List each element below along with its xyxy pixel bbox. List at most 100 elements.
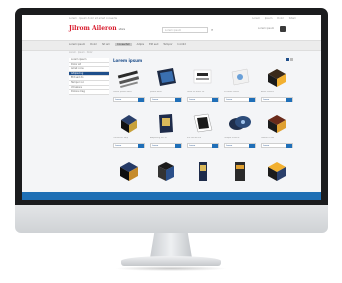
add-to-cart-control[interactable]: Lorem bbox=[113, 97, 145, 102]
monitor-stand-base bbox=[121, 256, 221, 266]
product-image[interactable] bbox=[153, 157, 179, 181]
product-image[interactable] bbox=[264, 157, 290, 181]
product-image[interactable] bbox=[116, 111, 142, 135]
product-card[interactable] bbox=[113, 157, 145, 197]
product-card[interactable]: Elit sed do eiu Lorem bbox=[187, 111, 219, 151]
product-card[interactable]: Amet consec Lorem bbox=[261, 65, 293, 105]
monitor-screen: Lorem · Ipsum dolor sit amet consecte Lo… bbox=[22, 15, 321, 200]
nav-item[interactable]: Lorem ipsum bbox=[69, 43, 85, 46]
add-to-cart-button[interactable] bbox=[249, 98, 255, 102]
product-card[interactable] bbox=[150, 157, 182, 197]
cta-label: Lorem bbox=[226, 99, 233, 101]
view-toggle[interactable] bbox=[286, 58, 293, 61]
product-card[interactable]: Tempor incid ut Lorem bbox=[224, 111, 256, 151]
monitor-chin bbox=[15, 205, 328, 233]
add-to-cart-button[interactable] bbox=[212, 144, 218, 148]
product-name[interactable]: Elit sed do eiu bbox=[187, 137, 219, 139]
product-card[interactable]: Adipiscing elit se Lorem bbox=[150, 111, 182, 151]
cta-label: Lorem bbox=[152, 99, 159, 101]
add-to-cart-button[interactable] bbox=[212, 98, 218, 102]
product-name[interactable]: Amet consec bbox=[261, 91, 293, 93]
cart-icon[interactable] bbox=[280, 26, 286, 32]
search-input[interactable]: Lorem ipsum bbox=[162, 27, 208, 33]
sidebar-item[interactable]: Dolore mag bbox=[69, 90, 109, 95]
cta-label: Lorem bbox=[115, 145, 122, 147]
logo-text: Jilrom Aileron bbox=[69, 25, 117, 32]
monitor-stand-neck bbox=[150, 233, 192, 258]
add-to-cart-button[interactable] bbox=[138, 98, 144, 102]
add-to-cart-control[interactable]: Lorem bbox=[113, 143, 145, 148]
site-logo[interactable]: Jilrom Aileron store bbox=[69, 25, 125, 32]
add-to-cart-control[interactable]: Lorem bbox=[187, 97, 219, 102]
cta-label: Lorem bbox=[263, 145, 270, 147]
product-image[interactable] bbox=[153, 65, 179, 89]
add-to-cart-control[interactable]: Lorem bbox=[150, 143, 182, 148]
main-nav: Lorem ipsum Dolor Sit am Consectet Adipis Eli… bbox=[22, 40, 321, 51]
product-card[interactable]: Lorem ipsum dolor Lorem bbox=[113, 65, 145, 105]
grid-view-icon[interactable] bbox=[286, 58, 289, 61]
product-name[interactable]: Labore et dol bbox=[261, 137, 293, 139]
stand-shadow bbox=[115, 266, 227, 271]
cta-label: Lorem bbox=[189, 99, 196, 101]
product-image[interactable] bbox=[264, 111, 290, 135]
product-name[interactable]: Dolor sit amet co bbox=[187, 91, 219, 93]
product-name[interactable]: Consectet adip bbox=[113, 137, 145, 139]
product-card[interactable]: Consectet adip Lorem bbox=[113, 111, 145, 151]
add-to-cart-control[interactable]: Lorem bbox=[261, 97, 293, 102]
product-name[interactable]: Adipiscing elit se bbox=[150, 137, 182, 139]
product-image[interactable] bbox=[190, 157, 216, 181]
product-card[interactable]: Labore et dol Lorem bbox=[261, 111, 293, 151]
product-image[interactable] bbox=[227, 65, 253, 89]
product-image[interactable] bbox=[190, 111, 216, 135]
breadcrumb[interactable]: Lorem · Ipsum · Dolor bbox=[69, 51, 93, 54]
add-to-cart-control[interactable]: Lorem bbox=[224, 143, 256, 148]
site-header: Lorem · Ipsum dolor sit amet consecte Lo… bbox=[22, 15, 321, 40]
nav-item[interactable]: Tempor bbox=[163, 43, 172, 46]
add-to-cart-control[interactable]: Lorem bbox=[187, 143, 219, 148]
product-image[interactable] bbox=[227, 111, 253, 135]
product-card[interactable] bbox=[187, 157, 219, 197]
product-card[interactable] bbox=[261, 157, 293, 197]
product-image[interactable] bbox=[116, 65, 142, 89]
account-link[interactable]: Lorem ipsum bbox=[258, 27, 274, 30]
add-to-cart-button[interactable] bbox=[286, 98, 292, 102]
product-card[interactable]: Dolor sit amet co Lorem bbox=[187, 65, 219, 105]
list-view-icon[interactable] bbox=[290, 58, 293, 61]
cta-label: Lorem bbox=[226, 145, 233, 147]
add-to-cart-control[interactable]: Lorem bbox=[150, 97, 182, 102]
product-image[interactable] bbox=[190, 65, 216, 89]
category-sidebar: Lorem ipsum Dolor sit Amet cons Adipiscing E… bbox=[69, 58, 109, 95]
add-to-cart-button[interactable] bbox=[138, 144, 144, 148]
nav-item[interactable]: Incidid bbox=[178, 43, 186, 46]
nav-item[interactable]: Dolor bbox=[90, 43, 97, 46]
product-name[interactable]: Sit amet conse bbox=[224, 91, 256, 93]
product-image[interactable] bbox=[264, 65, 290, 89]
nav-item[interactable]: Sit am bbox=[102, 43, 110, 46]
product-card[interactable] bbox=[224, 157, 256, 197]
product-name[interactable]: Tempor incid ut bbox=[224, 137, 256, 139]
nav-items: Lorem ipsum Dolor Sit am Consectet Adipis Eli… bbox=[69, 43, 186, 46]
product-card[interactable]: Ipsum dolor Lorem bbox=[150, 65, 182, 105]
nav-item[interactable]: Consectet bbox=[114, 43, 132, 46]
product-image[interactable] bbox=[153, 111, 179, 135]
product-image[interactable] bbox=[116, 157, 142, 181]
add-to-cart-button[interactable] bbox=[175, 144, 181, 148]
product-name[interactable]: Ipsum dolor bbox=[150, 91, 182, 93]
footer-bar bbox=[22, 192, 321, 200]
add-to-cart-control[interactable]: Lorem bbox=[224, 97, 256, 102]
top-utility-links[interactable]: Lorem Ipsum Dolor Sitam bbox=[252, 17, 296, 20]
search-icon[interactable]: ⌕ bbox=[211, 27, 216, 32]
top-utility-text: Lorem · Ipsum dolor sit amet consecte bbox=[69, 17, 118, 20]
cta-label: Lorem bbox=[152, 145, 159, 147]
product-name[interactable]: Lorem ipsum dolor bbox=[113, 91, 145, 93]
nav-item[interactable]: Adipis bbox=[137, 43, 145, 46]
add-to-cart-button[interactable] bbox=[175, 98, 181, 102]
add-to-cart-control[interactable]: Lorem bbox=[261, 143, 293, 148]
product-grid: Lorem ipsum dolor Lorem Ipsum dolor Lorem Do… bbox=[113, 65, 293, 197]
nav-item[interactable]: Elit sed bbox=[149, 43, 158, 46]
logo-tag: store bbox=[118, 28, 125, 31]
product-card[interactable]: Sit amet conse Lorem bbox=[224, 65, 256, 105]
add-to-cart-button[interactable] bbox=[286, 144, 292, 148]
product-image[interactable] bbox=[227, 157, 253, 181]
add-to-cart-button[interactable] bbox=[249, 144, 255, 148]
